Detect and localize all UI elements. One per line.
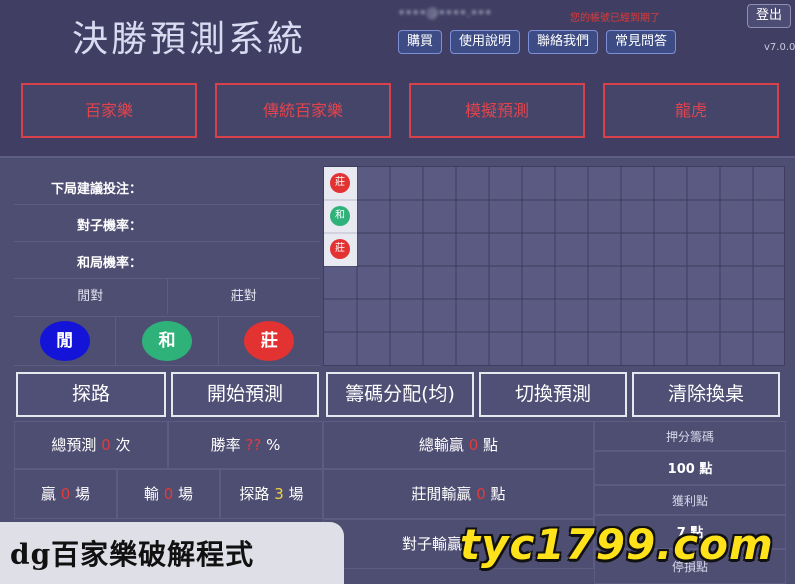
header-bar: 決勝預測系統 ••••@••••.••• 您的帳號已經到期了 登出 購買 使用說… [0, 0, 795, 158]
bet-chips-label: 押分籌碼 [665, 430, 714, 444]
win-suffix: 場 [75, 485, 91, 503]
app-title: 決勝預測系統 [72, 19, 307, 60]
total-net-value: 0 [468, 436, 479, 454]
banker-pair-button[interactable]: 莊對 [168, 279, 321, 314]
watermark-text: dg百家樂破解程式 [10, 538, 255, 571]
bp-net-suffix: 點 [490, 485, 506, 503]
watermark-url: tyc1799.com [460, 520, 774, 569]
mode-simulation-button[interactable]: 模擬預測 [409, 83, 585, 138]
bead-3: 莊 [330, 239, 350, 259]
win-value: 0 [60, 485, 71, 503]
lose-value: 0 [163, 485, 174, 503]
total-pred-prefix: 總預測 [51, 436, 97, 454]
probe-stat: 探路 3 場 [220, 469, 323, 519]
win-rate-suffix: % [266, 436, 281, 454]
chip-allocation-button[interactable]: 籌碼分配(均) [326, 372, 474, 417]
profit-header: 獲利點 [594, 485, 786, 515]
player-button[interactable]: 閒 [39, 321, 90, 361]
next-bet-row: 下局建議投注： [14, 168, 320, 205]
total-net-stat: 總輸贏 0 點 [323, 421, 594, 469]
total-predictions-stat: 總預測 0 次 [14, 421, 168, 469]
buy-button[interactable]: 購買 [398, 30, 443, 54]
expiry-notice: 您的帳號已經到期了 [570, 13, 660, 24]
total-pred-value: 0 [101, 436, 111, 454]
prediction-panel: 下局建議投注： 對子機率： 和局機率： [14, 168, 320, 279]
win-rate-value: ?? [245, 436, 262, 454]
version-label: v7.0.0 [764, 42, 795, 53]
pair-rate-row: 對子機率： [14, 205, 320, 242]
banker-button[interactable]: 莊 [244, 321, 295, 361]
pair-rate-label: 對子機率： [76, 219, 142, 234]
bet-chips-header: 押分籌碼 [594, 421, 786, 451]
bead-1: 莊 [330, 173, 350, 193]
mode-baccarat-button[interactable]: 百家樂 [21, 83, 197, 138]
probe-suffix: 場 [288, 485, 304, 503]
start-prediction-button[interactable]: 開始預測 [171, 372, 319, 417]
probe-prefix: 探路 [239, 485, 270, 503]
contact-button[interactable]: 聯絡我們 [528, 30, 599, 54]
pair-bet-row: 閒對 莊對 [14, 278, 320, 314]
probe-value: 3 [274, 485, 284, 503]
switch-prediction-button[interactable]: 切換預測 [479, 372, 627, 417]
manual-button[interactable]: 使用說明 [450, 30, 521, 54]
bp-net-value: 0 [476, 485, 486, 503]
bp-net-prefix: 莊閒輸贏 [411, 485, 472, 503]
bet-chips-value-cell[interactable]: 100 點 [594, 451, 786, 485]
clear-table-button[interactable]: 清除換桌 [632, 372, 780, 417]
top-nav: 購買 使用說明 聯絡我們 常見問答 [398, 30, 677, 54]
bead-road-grid: 莊 和 莊 [323, 166, 785, 366]
banker-player-net-stat: 莊閒輸贏 0 點 [323, 469, 594, 519]
lose-prefix: 輸 [143, 485, 159, 503]
total-net-prefix: 總輸贏 [418, 436, 464, 454]
player-pair-button[interactable]: 閒對 [14, 279, 168, 314]
tie-rate-row: 和局機率： [14, 242, 320, 279]
road-grid-lines [324, 167, 784, 365]
logout-button[interactable]: 登出 [747, 4, 791, 28]
wins-stat: 贏 0 場 [14, 469, 117, 519]
faq-button[interactable]: 常見問答 [606, 30, 677, 54]
next-bet-label: 下局建議投注： [50, 182, 142, 197]
mode-dragon-tiger-button[interactable]: 龍虎 [603, 83, 779, 138]
win-rate-stat: 勝率 ?? % [168, 421, 323, 469]
win-rate-prefix: 勝率 [210, 436, 241, 454]
losses-stat: 輸 0 場 [117, 469, 220, 519]
total-pred-suffix: 次 [115, 436, 131, 454]
tie-button[interactable]: 和 [141, 321, 192, 361]
profit-label: 獲利點 [671, 494, 708, 508]
win-prefix: 贏 [40, 485, 56, 503]
result-input-row: 閒 和 莊 [14, 316, 320, 366]
total-net-suffix: 點 [483, 436, 499, 454]
user-email: ••••@••••.••• [398, 6, 492, 20]
lose-suffix: 場 [178, 485, 194, 503]
probe-button[interactable]: 探路 [16, 372, 166, 417]
tie-rate-label: 和局機率： [76, 256, 142, 271]
bet-chips-value: 100 點 [667, 462, 713, 477]
mode-traditional-baccarat-button[interactable]: 傳統百家樂 [215, 83, 391, 138]
bead-2: 和 [330, 206, 350, 226]
pair-net-prefix: 對子輸贏 [402, 535, 463, 553]
